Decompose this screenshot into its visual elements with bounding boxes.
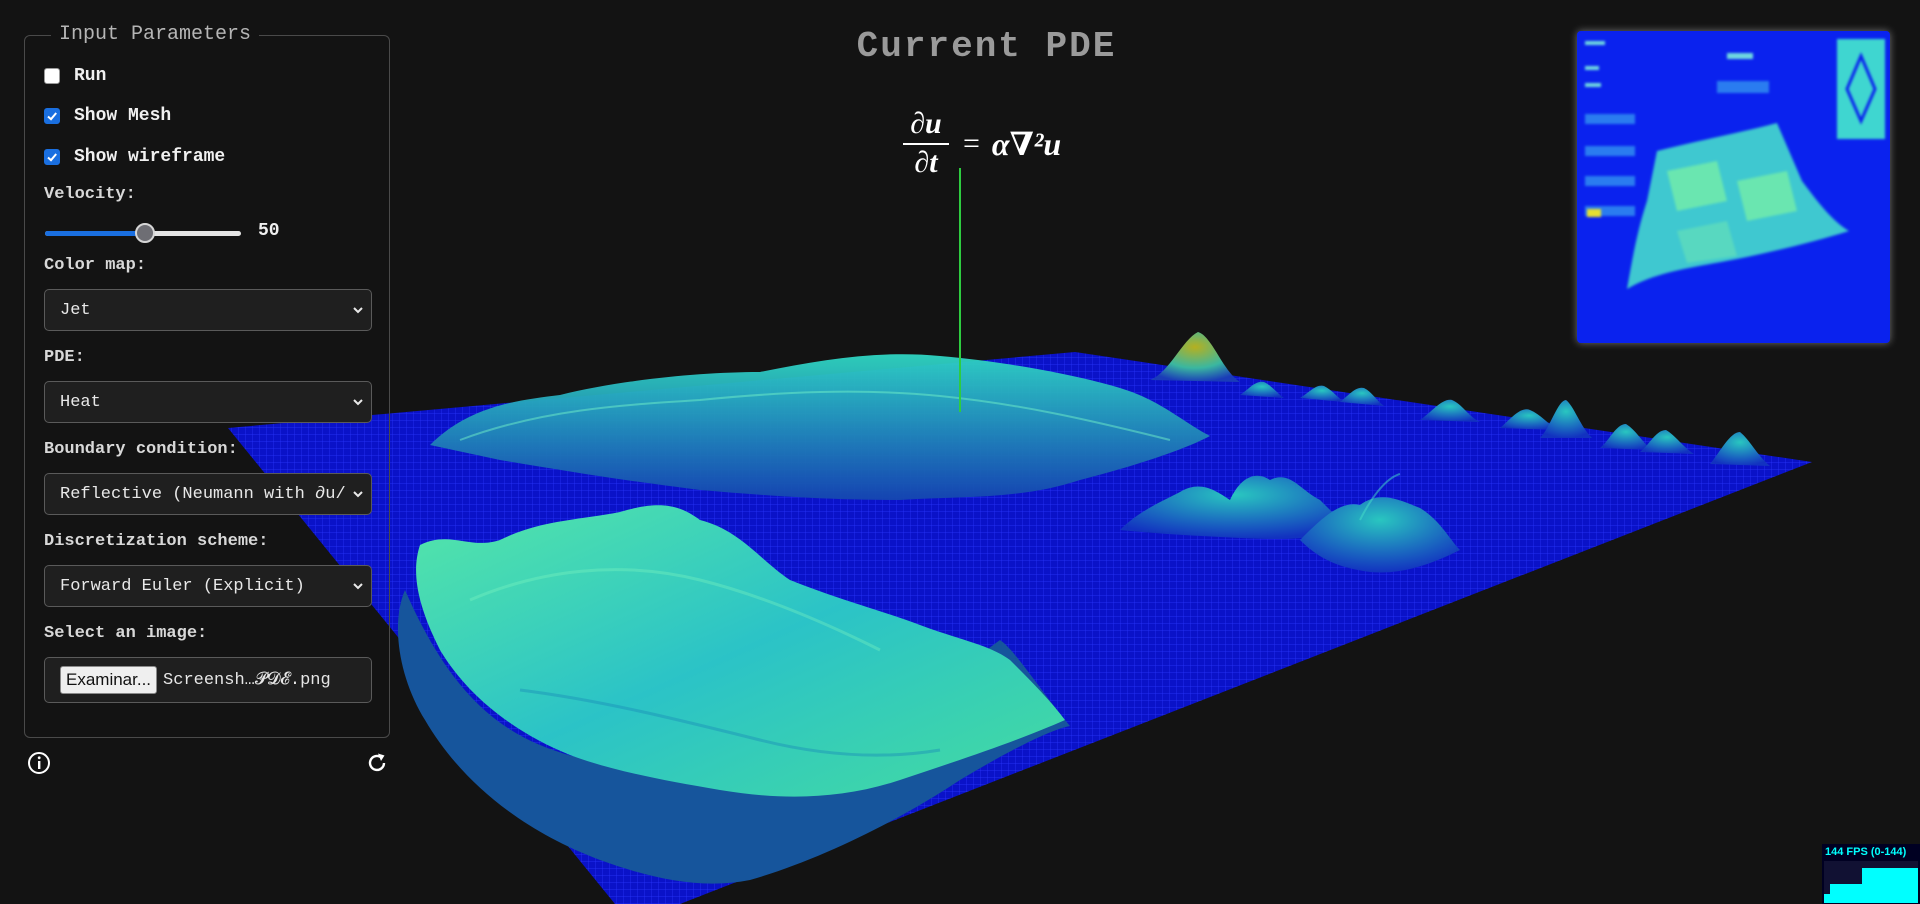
run-label: Run [74,66,107,86]
color-map-select[interactable]: Jet [44,289,372,331]
show-wireframe-checkbox[interactable] [44,149,60,165]
chevron-down-icon [353,583,363,590]
equation-denominator: ∂t [914,146,938,179]
refresh-icon[interactable] [365,751,389,775]
show-wireframe-toggle[interactable]: Show wireframe [44,147,225,167]
info-icon[interactable] [27,751,51,775]
color-map-label: Color map: [44,256,147,275]
pde-label: PDE: [44,348,85,367]
chevron-down-icon [353,399,363,406]
run-toggle[interactable]: Run [44,66,106,86]
equation-rhs: α∇²u [991,125,1062,162]
fps-graph [1824,861,1918,903]
fps-meter[interactable]: 144 FPS (0-144) [1822,844,1920,904]
checkmark-icon [47,153,57,162]
boundary-condition-select[interactable]: Reflective (Neumann with ∂u/ [44,473,372,515]
surface-peak [1150,332,1240,382]
chevron-down-icon [353,307,363,314]
minimap-preview [1577,31,1890,343]
input-parameters-panel: Input Parameters Run Show Mesh Show wire… [24,24,390,738]
boundary-condition-value: Reflective (Neumann with ∂u/ [60,484,346,504]
chevron-down-icon [353,491,363,498]
show-wireframe-label: Show wireframe [74,147,226,167]
discretization-scheme-value: Forward Euler (Explicit) [60,576,305,596]
equation-fraction: ∂u ∂t [903,108,949,179]
pde-equation: ∂u ∂t = α∇²u [903,108,1061,179]
velocity-label: Velocity: [44,185,136,204]
selected-file-name: Screensh…𝓟𝓓𝓔.png [163,671,331,690]
show-mesh-label: Show Mesh [74,106,172,126]
velocity-value: 50 [258,221,280,241]
run-checkbox[interactable] [44,68,60,84]
discretization-scheme-select[interactable]: Forward Euler (Explicit) [44,565,372,607]
show-mesh-checkbox[interactable] [44,108,60,124]
minimap-image [1577,31,1890,343]
equation-equals: = [963,126,980,160]
fraction-bar [903,143,949,145]
panel-legend: Input Parameters [51,24,260,46]
pde-value: Heat [60,392,101,412]
velocity-slider[interactable] [45,222,241,246]
checkmark-icon [47,112,57,121]
discretization-scheme-label: Discretization scheme: [44,532,269,551]
select-image-label: Select an image: [44,624,208,643]
color-map-value: Jet [60,300,91,320]
show-mesh-toggle[interactable]: Show Mesh [44,106,171,126]
pde-select[interactable]: Heat [44,381,372,423]
slider-fill [45,231,145,236]
boundary-condition-label: Boundary condition: [44,440,238,459]
slider-thumb[interactable] [135,223,155,243]
equation-numerator: ∂u [910,107,942,140]
browse-button[interactable]: Examinar... [60,666,158,694]
image-file-input[interactable]: Examinar... Screensh…𝓟𝓓𝓔.png [44,657,372,703]
